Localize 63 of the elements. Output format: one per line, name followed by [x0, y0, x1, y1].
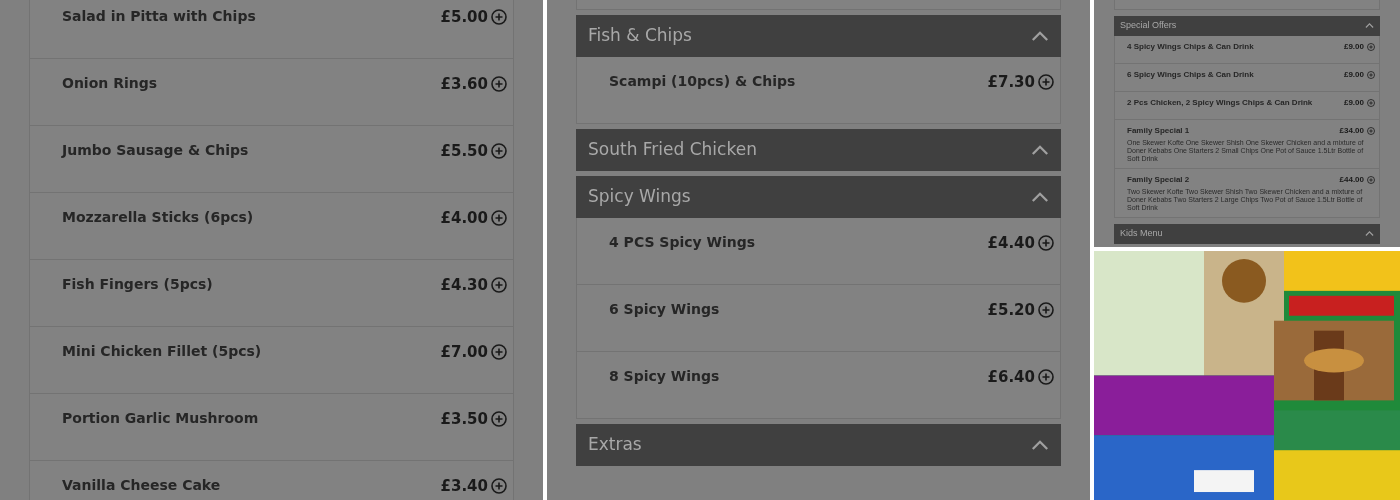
item-name: Onion Rings	[62, 74, 158, 93]
item-name: Fish Fingers (5pcs)	[62, 275, 213, 294]
add-icon[interactable]	[491, 277, 507, 294]
add-icon[interactable]	[491, 143, 507, 160]
category-header[interactable]: South Fried Chicken	[576, 129, 1061, 171]
chevron-up-icon	[1031, 191, 1049, 203]
add-icon[interactable]	[1367, 127, 1375, 135]
item-name: 6 Spicy Wings Chips & Can Drink	[1127, 69, 1254, 81]
add-icon[interactable]	[1367, 43, 1375, 51]
category-header[interactable]: Special Offers	[1114, 16, 1380, 36]
item-price: £3.50	[440, 409, 488, 430]
add-icon[interactable]	[1367, 176, 1375, 184]
item-name: Family Special 1	[1127, 125, 1190, 137]
item-name: 4 PCS Spicy Wings	[609, 233, 756, 252]
add-icon[interactable]	[491, 76, 507, 93]
item-name: 4 Spicy Wings Chips & Can Drink	[1127, 41, 1254, 53]
add-icon[interactable]	[1367, 99, 1375, 107]
item-price: £34.00	[1339, 125, 1364, 137]
item-name: Mozzarella Sticks (6pcs)	[62, 208, 254, 227]
item-price: £7.00	[440, 342, 488, 363]
add-icon[interactable]	[1038, 235, 1054, 252]
item-price: £6.40	[987, 367, 1035, 388]
category-header[interactable]: Kids Menu	[1114, 224, 1380, 244]
item-name: Vanilla Cheese Cake	[62, 476, 221, 495]
chevron-up-icon	[1365, 23, 1374, 29]
add-icon[interactable]	[1038, 302, 1054, 319]
item-name: Jumbo Sausage & Chips	[62, 141, 249, 160]
item-name: Scampi (10pcs) & Chips	[609, 72, 796, 91]
item-name: 8 Spicy Wings	[609, 367, 720, 386]
add-icon[interactable]	[491, 9, 507, 26]
item-price: £3.40	[440, 476, 488, 497]
chevron-up-icon	[1031, 439, 1049, 451]
item-price: £9.00	[1343, 97, 1364, 109]
category-header[interactable]: Spicy Wings	[576, 176, 1061, 218]
item-price: £4.40	[987, 233, 1035, 254]
item-price: £9.00	[1343, 69, 1364, 81]
item-name: Mini Chicken Fillet (5pcs)	[62, 342, 262, 361]
category-header[interactable]: Extras	[576, 424, 1061, 466]
item-name: 6 Spicy Wings	[609, 300, 720, 319]
add-icon[interactable]	[491, 478, 507, 495]
item-name: Salad in Pitta with Chips	[62, 7, 256, 26]
add-icon[interactable]	[491, 344, 507, 361]
chevron-up-icon	[1365, 231, 1374, 237]
add-icon[interactable]	[1367, 71, 1375, 79]
item-price: £7.30	[987, 72, 1035, 93]
item-price: £44.00	[1339, 174, 1364, 186]
chevron-up-icon	[1031, 30, 1049, 42]
chevron-up-icon	[1031, 144, 1049, 156]
item-price: £4.00	[440, 208, 488, 229]
item-name: 2 Pcs Chicken, 2 Spicy Wings Chips & Can Drink	[1127, 97, 1313, 109]
item-price: £9.00	[1343, 41, 1364, 53]
item-price: £5.00	[440, 7, 488, 28]
category-header[interactable]: Fish & Chips	[576, 15, 1061, 57]
item-price: £4.30	[440, 275, 488, 296]
item-price: £5.20	[987, 300, 1035, 321]
item-name: Portion Garlic Mushroom	[62, 409, 259, 428]
add-icon[interactable]	[491, 411, 507, 428]
add-icon[interactable]	[1038, 369, 1054, 386]
add-icon[interactable]	[491, 210, 507, 227]
add-icon[interactable]	[1038, 74, 1054, 91]
item-price: £5.50	[440, 141, 488, 162]
item-name: Family Special 2	[1127, 174, 1190, 186]
item-price: £3.60	[440, 74, 488, 95]
